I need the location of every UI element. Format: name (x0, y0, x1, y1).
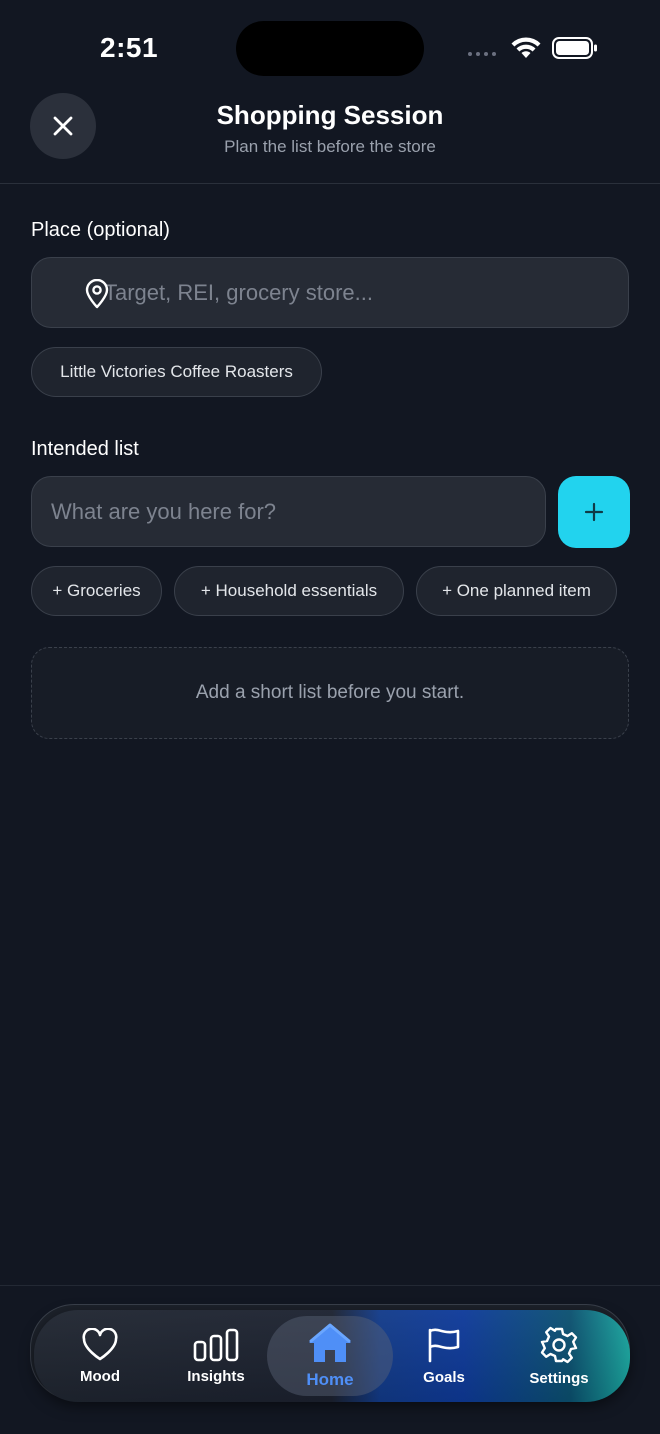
heart-icon (82, 1327, 118, 1360)
intended-item-field[interactable] (31, 476, 546, 547)
header: Shopping Session Plan the list before th… (0, 90, 660, 184)
empty-list-placeholder: Add a short list before you start. (31, 647, 629, 739)
status-time: 2:51 (100, 32, 159, 63)
quick-add-groceries-chip[interactable]: + Groceries (31, 566, 162, 616)
cellular-signal-icon (468, 52, 496, 56)
status-bar: 2:51 (0, 0, 660, 90)
bar-chart-icon (193, 1328, 239, 1361)
plus-icon (584, 502, 604, 522)
home-icon (309, 1323, 351, 1362)
add-item-button[interactable] (558, 476, 630, 548)
tab-insights[interactable]: Insights (160, 1310, 272, 1402)
place-input[interactable] (104, 279, 628, 306)
page-subtitle: Plan the list before the store (224, 137, 436, 156)
tab-settings[interactable]: Settings (503, 1310, 615, 1402)
tab-goals[interactable]: Goals (388, 1310, 500, 1402)
tab-label-settings: Settings (529, 1369, 589, 1387)
tab-label-mood: Mood (80, 1367, 120, 1385)
intended-list-label: Intended list (31, 438, 139, 460)
tab-mood[interactable]: Mood (44, 1310, 156, 1402)
place-label: Place (optional) (31, 219, 170, 241)
place-suggestion-chip[interactable]: Little Victories Coffee Roasters (31, 347, 322, 397)
tab-bar: Mood Insights Home Goals Settings (34, 1310, 630, 1402)
quick-add-planned-item-chip[interactable]: + One planned item (416, 566, 617, 616)
tab-home[interactable]: Home (274, 1310, 386, 1402)
intended-item-input[interactable] (51, 498, 545, 525)
tab-label-goals: Goals (423, 1368, 465, 1386)
place-field[interactable] (31, 257, 629, 328)
tab-label-insights: Insights (187, 1367, 245, 1385)
location-pin-icon (85, 279, 109, 309)
dynamic-island (236, 21, 424, 76)
wifi-icon (511, 37, 541, 58)
page-title: Shopping Session (216, 100, 444, 130)
quick-add-household-chip[interactable]: + Household essentials (174, 566, 404, 616)
battery-icon (552, 37, 597, 59)
flag-icon (428, 1328, 460, 1362)
tab-label-home: Home (306, 1370, 354, 1389)
gear-icon (540, 1326, 578, 1363)
